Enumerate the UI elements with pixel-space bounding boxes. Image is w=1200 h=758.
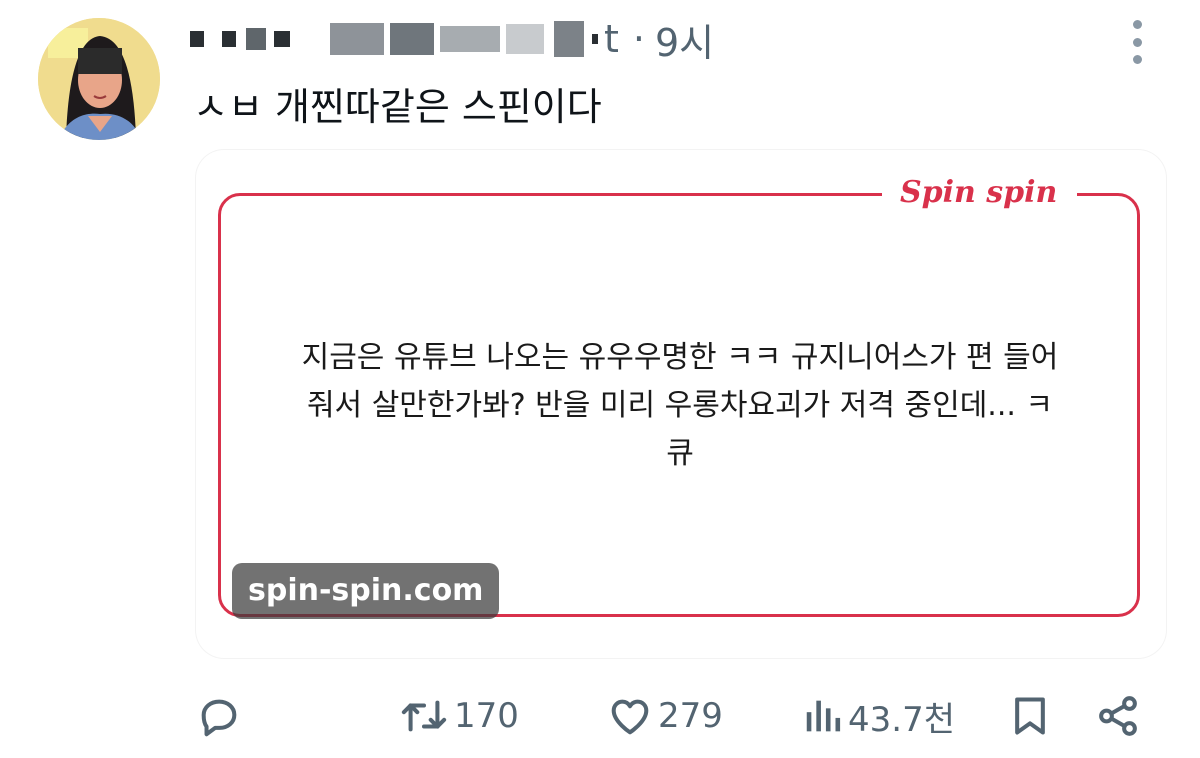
more-icon[interactable] xyxy=(1122,20,1152,64)
avatar[interactable] xyxy=(38,18,160,140)
card-quote-line: 줘서 살만한가봐? 반을 미리 우롱차요괴가 저격 중인데... ㅋ xyxy=(306,388,1054,423)
bookmark-icon xyxy=(1008,693,1052,739)
retweet-button[interactable]: 170 xyxy=(398,684,519,748)
share-button[interactable] xyxy=(1094,684,1142,748)
card-quote-line: 큐 xyxy=(666,436,694,471)
card-quote-line: 지금은 유튜브 나오는 유우우명한 ㅋㅋ 규지니어스가 편 들어 xyxy=(301,340,1059,375)
card-quote: 지금은 유튜브 나오는 유우우명한 ㅋㅋ 규지니어스가 편 들어 줘서 살만한가… xyxy=(250,334,1110,478)
like-button[interactable]: 279 xyxy=(606,684,723,748)
share-icon xyxy=(1094,693,1142,739)
bookmark-button[interactable] xyxy=(1008,684,1052,748)
redacted-author-name[interactable] xyxy=(190,21,598,57)
views-button[interactable]: 43.7천 xyxy=(804,684,955,748)
retweet-count: 170 xyxy=(454,696,519,736)
header-separator: · xyxy=(632,17,645,61)
reply-button[interactable] xyxy=(196,684,242,748)
post-time[interactable]: 9시 xyxy=(655,12,714,67)
retweet-icon xyxy=(398,693,450,739)
post-header: t · 9시 xyxy=(190,10,714,68)
views-icon xyxy=(804,693,844,739)
views-count: 43.7천 xyxy=(848,699,955,740)
action-bar: 170 279 43.7천 xyxy=(0,684,1200,748)
heart-icon xyxy=(606,693,654,739)
like-count: 279 xyxy=(658,696,723,736)
reply-icon xyxy=(196,693,242,739)
post-text: ㅅㅂ 개찐따같은 스핀이다 xyxy=(193,85,602,129)
author-name-tail: t xyxy=(604,17,619,61)
card-domain[interactable]: spin-spin.com xyxy=(232,563,500,619)
card-logo: Spin spin xyxy=(882,168,1078,218)
